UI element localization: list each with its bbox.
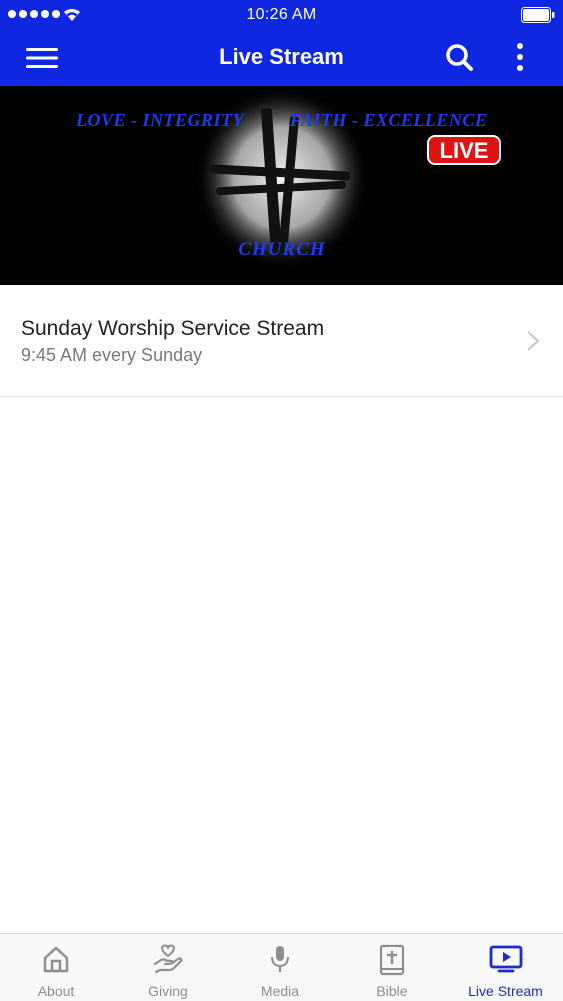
search-button[interactable] [444, 42, 476, 74]
tab-bible[interactable]: Bible [336, 934, 448, 1001]
status-time: 10:26 AM [246, 6, 317, 23]
live-stream-banner: LOVE - INTEGRITY FAITH - EXCELLENCE LIVE… [0, 86, 563, 285]
status-bar: 10:26 AM [0, 0, 563, 30]
nav-bar: Live Stream [0, 30, 563, 86]
tab-about[interactable]: About [0, 934, 112, 1001]
battery-icon [521, 7, 555, 23]
live-badge-label: LIVE [440, 138, 489, 163]
tab-giving-label: Giving [148, 983, 188, 999]
banner-church-label: CHURCH [238, 239, 326, 260]
more-options-button[interactable] [508, 42, 532, 74]
search-icon [446, 44, 473, 71]
stream-schedule: 9:45 AM every Sunday [21, 345, 203, 365]
bible-icon [379, 944, 405, 976]
tab-about-label: About [37, 983, 75, 999]
more-vertical-icon [517, 43, 523, 71]
tv-play-icon [489, 945, 522, 973]
tab-media[interactable]: Media [224, 934, 336, 1001]
giving-hand-icon [153, 944, 183, 974]
tab-bible-label: Bible [376, 983, 408, 999]
tab-live-stream-label: Live Stream [468, 983, 543, 999]
banner-motto-left: LOVE - INTEGRITY [75, 110, 246, 130]
banner-motto-right: FAITH - EXCELLENCE [289, 110, 487, 130]
tab-bar: About Giving Media Bible Live Stream [0, 933, 563, 1001]
stream-title: Sunday Worship Service Stream [21, 317, 325, 340]
stream-list-item[interactable]: Sunday Worship Service Stream 9:45 AM ev… [0, 285, 563, 397]
tab-giving[interactable]: Giving [112, 934, 224, 1001]
tab-live-stream[interactable]: Live Stream [448, 934, 563, 1001]
live-badge: LIVE [427, 135, 501, 165]
microphone-icon [271, 946, 289, 972]
tab-media-label: Media [260, 983, 300, 999]
home-icon [43, 946, 69, 973]
chevron-right-icon [527, 331, 540, 351]
page-title: Live Stream [219, 44, 344, 69]
